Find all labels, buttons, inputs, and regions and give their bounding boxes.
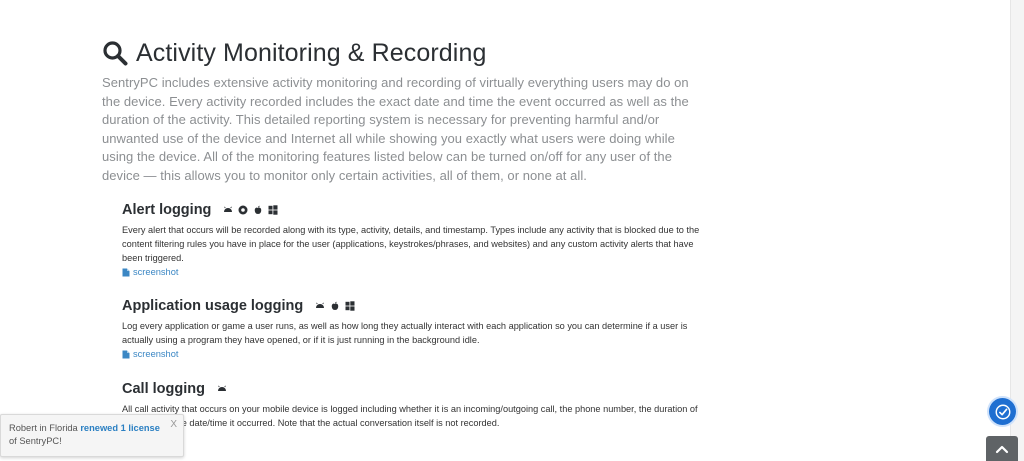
notification-suffix: of SentryPC! [9, 436, 62, 446]
feature-call-logging: Call logging All call activity that occu… [122, 379, 708, 442]
page-scrollbar[interactable] [1010, 0, 1024, 461]
android-icon [224, 206, 233, 212]
screenshot-link[interactable]: screenshot [122, 432, 708, 442]
magnifier-icon [102, 40, 128, 66]
activity-monitoring-section: Activity Monitoring & Recording SentryPC… [102, 36, 708, 186]
chrome-icon [238, 205, 248, 215]
feature-application-usage-logging: Application usage logging Log every appl… [122, 296, 708, 359]
file-icon [122, 350, 130, 358]
windows-icon [268, 205, 278, 215]
feature-title: Application usage logging [122, 298, 304, 314]
renewal-notification: Robert in Florida renewed 1 license of S… [0, 414, 184, 457]
platform-icons [217, 384, 227, 394]
accessibility-icon [995, 404, 1010, 419]
file-icon [122, 268, 130, 276]
screenshot-link[interactable]: screenshot [122, 267, 708, 277]
android-icon [217, 385, 226, 391]
feature-title: Call logging [122, 381, 205, 397]
section-heading: Activity Monitoring & Recording [102, 36, 708, 70]
platform-icons [315, 301, 355, 311]
feature-description: Every alert that occurs will be recorded… [122, 225, 700, 263]
chevron-up-icon [995, 445, 1009, 453]
feature-description: All call activity that occurs on your mo… [122, 404, 698, 428]
notification-prefix: Robert in Florida [9, 423, 81, 433]
platform-icons [223, 205, 278, 215]
screenshot-link[interactable]: screenshot [122, 349, 708, 359]
notification-highlight: renewed 1 license [80, 423, 160, 433]
accessibility-button[interactable] [989, 398, 1016, 425]
android-icon [316, 302, 325, 308]
apple-icon [332, 301, 339, 310]
page-title: Activity Monitoring & Recording [136, 38, 487, 67]
scroll-to-top-button[interactable] [986, 436, 1018, 461]
windows-icon [345, 301, 355, 311]
apple-icon [255, 205, 262, 214]
close-icon[interactable]: X [170, 418, 177, 431]
feature-description: Log every application or game a user run… [122, 321, 688, 345]
feature-alert-logging: Alert logging Every alert that occurs wi… [122, 200, 708, 277]
feature-title: Alert logging [122, 202, 212, 218]
section-intro: SentryPC includes extensive activity mon… [102, 75, 689, 183]
